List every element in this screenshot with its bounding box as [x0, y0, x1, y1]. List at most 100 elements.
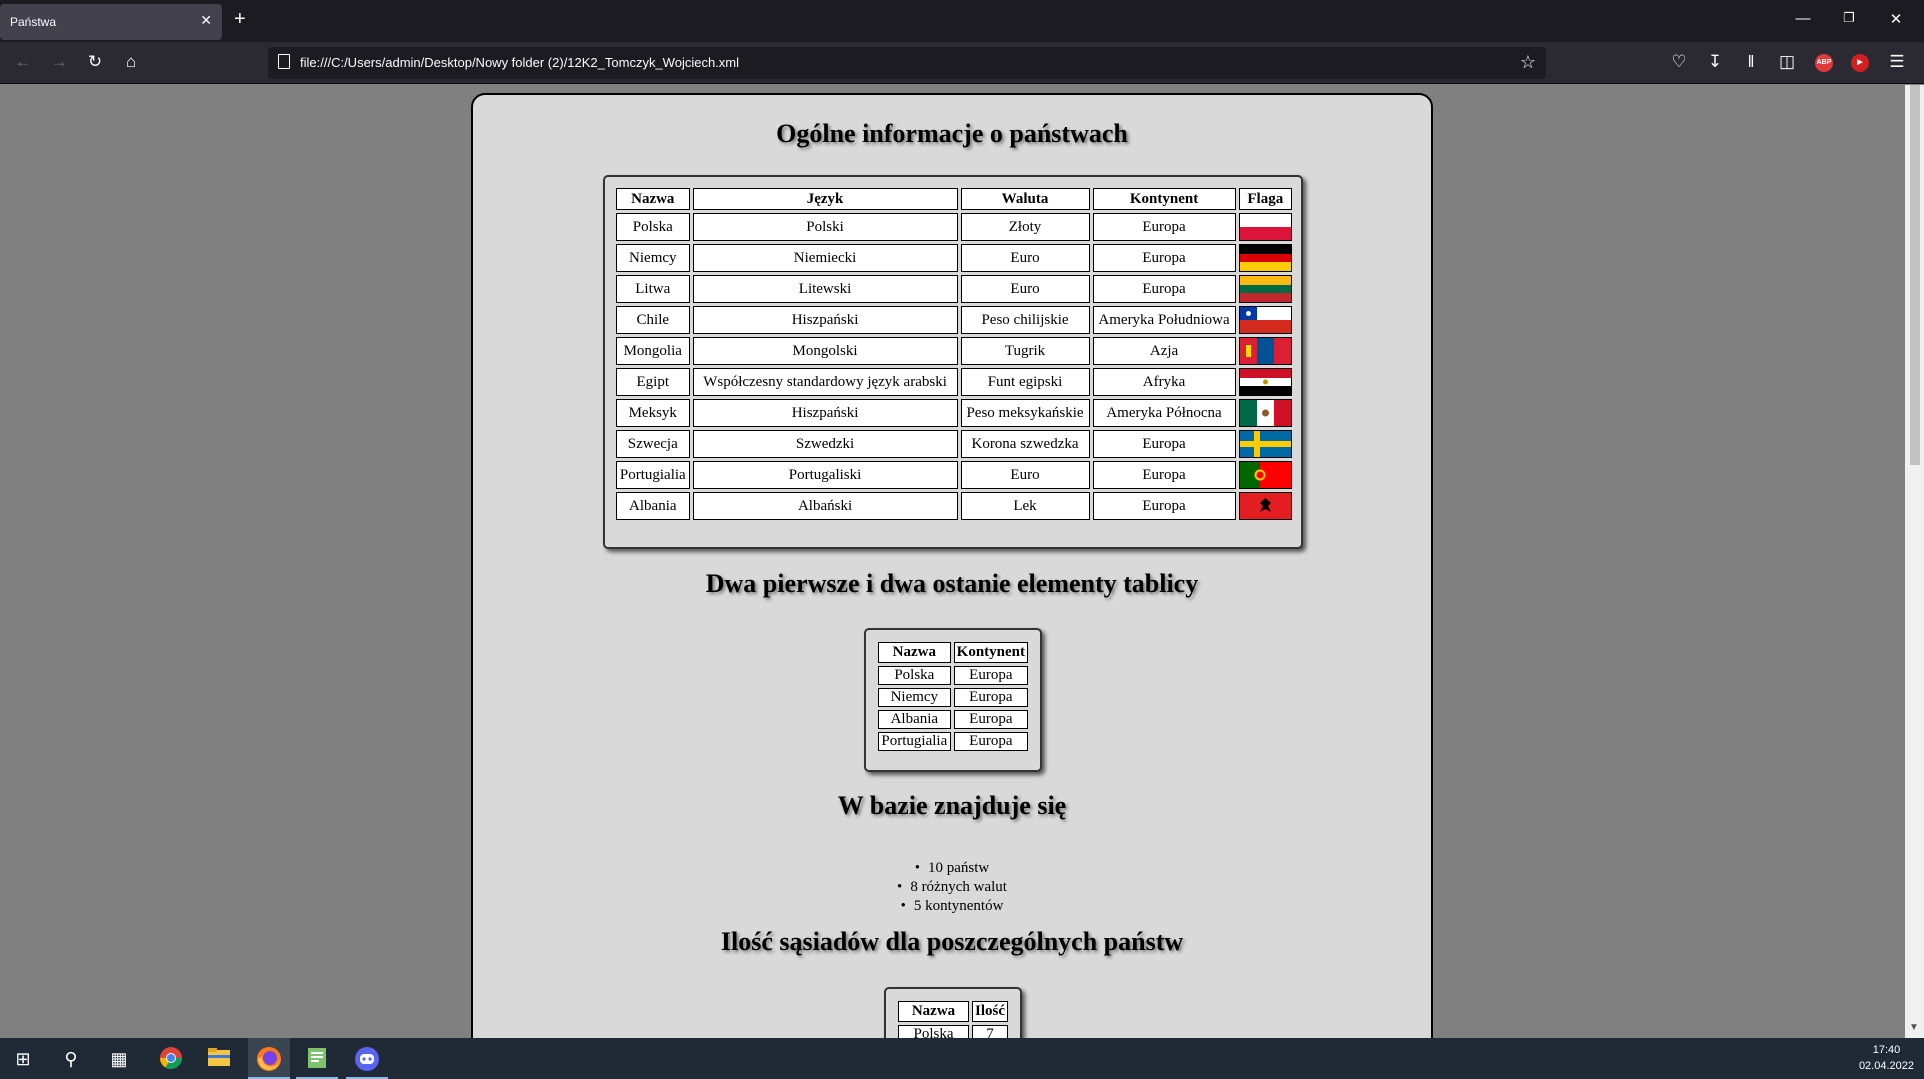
- table-cell: 7: [972, 1025, 1008, 1038]
- table-cell: Euro: [960, 275, 1090, 303]
- flag-cell: [1238, 244, 1292, 272]
- scroll-thumb[interactable]: [1910, 85, 1920, 465]
- table-header-row: Nazwa Język Waluta Kontynent Flaga: [616, 188, 1292, 210]
- downloads-icon[interactable]: ↧: [1704, 52, 1726, 72]
- countries-table-frame: Nazwa Język Waluta Kontynent Flaga Polsk…: [603, 175, 1303, 549]
- chrome-icon[interactable]: [158, 1046, 184, 1072]
- header-cell: Waluta: [960, 188, 1090, 210]
- header-cell: Nazwa: [878, 642, 951, 663]
- discord-icon[interactable]: [354, 1046, 380, 1072]
- flag-image: [1239, 245, 1291, 271]
- firefox-icon[interactable]: [256, 1046, 282, 1072]
- section-title-neighbors: Ilość sąsiadów dla poszczególnych państw: [720, 927, 1184, 956]
- table-cell: Chile: [616, 306, 690, 334]
- table-cell: Albania: [878, 710, 951, 729]
- table-header-row: Nazwa Ilość: [898, 1001, 1008, 1022]
- table-cell: Współczesny standardowy język arabski: [692, 368, 958, 396]
- table-cell: Azja: [1092, 337, 1236, 365]
- neighbors-table-frame: Nazwa Ilość Polska 7: [884, 987, 1022, 1038]
- header-cell: Ilość: [972, 1001, 1008, 1022]
- table-cell: Szwedzki: [692, 430, 958, 458]
- pocket-icon[interactable]: ♡: [1668, 52, 1690, 72]
- search-icon[interactable]: ⚲: [58, 1046, 84, 1072]
- flag-cell: [1238, 275, 1292, 303]
- restore-button[interactable]: ❐: [1839, 10, 1859, 26]
- table-cell: Polska: [878, 666, 951, 685]
- flag-cell: [1238, 306, 1292, 334]
- navigation-bar: ← → ↻ ⌂ file:///C:/Users/admin/Desktop/N…: [0, 42, 1924, 84]
- table-cell: Ameryka Południowa: [1092, 306, 1236, 334]
- flag-image: [1239, 307, 1291, 333]
- flag-image: [1239, 276, 1291, 302]
- address-bar[interactable]: file:///C:/Users/admin/Desktop/Nowy fold…: [268, 47, 1546, 79]
- adblock-plus-icon[interactable]: ABP: [1815, 54, 1833, 72]
- bookmark-star-icon[interactable]: ☆: [1520, 52, 1536, 73]
- header-cell: Język: [692, 188, 958, 210]
- flag-cell: [1238, 337, 1292, 365]
- header-cell: Kontynent: [953, 642, 1028, 663]
- windows-start-icon[interactable]: ⊞: [10, 1046, 36, 1072]
- sidebar-icon[interactable]: ◫: [1776, 52, 1798, 72]
- table-cell: Lek: [960, 492, 1090, 520]
- header-cell: Nazwa: [898, 1001, 969, 1022]
- table-cell: Peso meksykańskie: [960, 399, 1090, 427]
- table-cell: Afryka: [1092, 368, 1236, 396]
- table-cell: Funt egipski: [960, 368, 1090, 396]
- table-cell: Albania: [616, 492, 690, 520]
- page-icon: [278, 54, 290, 69]
- table-row: Niemcy Niemiecki Euro Europa: [616, 244, 1292, 272]
- table-cell: Euro: [960, 461, 1090, 489]
- table-cell: Portugaliski: [692, 461, 958, 489]
- section-title-general: Ogólne informacje o państwach: [776, 119, 1128, 148]
- notepad-icon[interactable]: [304, 1046, 330, 1072]
- table-cell: Europa: [1092, 492, 1236, 520]
- back-arrow-icon[interactable]: ←: [12, 52, 34, 72]
- close-tab-icon[interactable]: ✕: [200, 12, 212, 29]
- flag-cell: [1238, 399, 1292, 427]
- system-clock[interactable]: 17:40 02.04.2022: [1859, 1042, 1914, 1074]
- new-tab-button[interactable]: +: [234, 8, 246, 31]
- flag-image: [1239, 462, 1291, 488]
- table-cell: Albański: [692, 492, 958, 520]
- library-icon[interactable]: ‖: [1740, 52, 1762, 72]
- close-window-button[interactable]: ✕: [1886, 10, 1906, 28]
- header-cell: Flaga: [1238, 188, 1292, 210]
- table-row: Niemcy Europa: [878, 688, 1028, 707]
- flag-cell: [1238, 492, 1292, 520]
- table-row: Mongolia Mongolski Tugrik Azja: [616, 337, 1292, 365]
- minimize-button[interactable]: —: [1793, 10, 1813, 27]
- table-row: Egipt Współczesny standardowy język arabs…: [616, 368, 1292, 396]
- table-cell: Hiszpański: [692, 306, 958, 334]
- menu-icon[interactable]: ☰: [1886, 52, 1908, 72]
- task-view-icon[interactable]: ▦: [106, 1046, 132, 1072]
- flag-cell: [1238, 368, 1292, 396]
- flag-image: [1239, 214, 1291, 240]
- file-explorer-icon[interactable]: [206, 1046, 232, 1072]
- home-icon[interactable]: ⌂: [120, 52, 142, 72]
- flag-cell: [1238, 213, 1292, 241]
- table-cell: Polska: [616, 213, 690, 241]
- table-cell: Europa: [1092, 213, 1236, 241]
- scroll-down-arrow-icon[interactable]: ▼: [1909, 1022, 1919, 1033]
- list-item: 8 różnych walut: [473, 878, 1431, 897]
- table-cell: Litewski: [692, 275, 958, 303]
- forward-arrow-icon[interactable]: →: [48, 52, 70, 72]
- table-row: Albania Europa: [878, 710, 1028, 729]
- table-row: Portugialia Europa: [878, 732, 1028, 751]
- table-cell: Tugrik: [960, 337, 1090, 365]
- page-viewport: Ogólne informacje o państwach Nazwa Języ…: [0, 85, 1905, 1038]
- flag-image: [1239, 493, 1291, 519]
- vertical-scrollbar[interactable]: ▲ ▼: [1905, 85, 1924, 1038]
- table-cell: Europa: [1092, 461, 1236, 489]
- extension-icon[interactable]: ▶: [1851, 54, 1869, 72]
- browser-tab[interactable]: Państwa ✕: [0, 4, 222, 40]
- tab-bar: Państwa ✕ + — ❐ ✕: [0, 0, 1924, 42]
- header-cell: Nazwa: [616, 188, 690, 210]
- table-cell: Niemcy: [878, 688, 951, 707]
- table-cell: Mongolski: [692, 337, 958, 365]
- list-item: 10 państw: [473, 859, 1431, 878]
- table-cell: Europa: [953, 732, 1028, 751]
- table-cell: Niemcy: [616, 244, 690, 272]
- reload-icon[interactable]: ↻: [84, 52, 106, 72]
- url-text[interactable]: file:///C:/Users/admin/Desktop/Nowy fold…: [300, 55, 739, 70]
